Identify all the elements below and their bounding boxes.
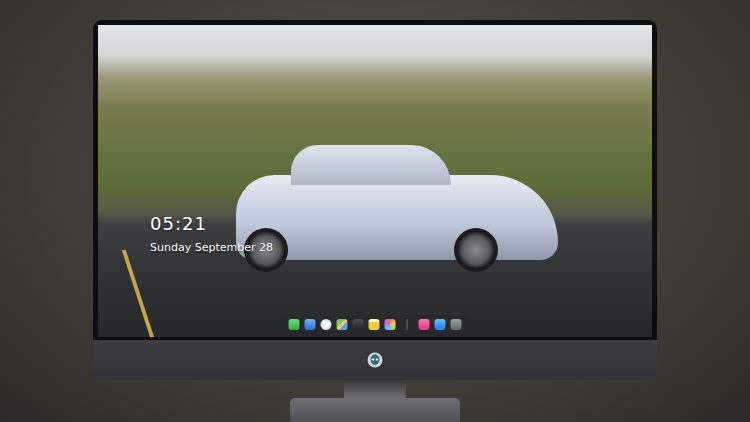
monitor-stand-foot	[290, 398, 460, 422]
monitor-chin	[93, 340, 657, 380]
messages-icon[interactable]	[289, 319, 300, 330]
browser-icon[interactable]	[321, 319, 332, 330]
alien-logo-icon	[367, 352, 383, 368]
wallpaper-road-line	[122, 250, 158, 337]
wallpaper-car-photo	[236, 175, 558, 260]
lock-clock: 05:21 Sunday September 28	[150, 213, 273, 255]
monitor-stand-neck	[344, 380, 406, 398]
clock-date: Sunday September 28	[150, 241, 273, 255]
music-icon[interactable]	[419, 319, 430, 330]
monitor: 05:21 Sunday September 28	[93, 0, 657, 422]
app-store-icon[interactable]	[435, 319, 446, 330]
maps-icon[interactable]	[337, 319, 348, 330]
photos-icon[interactable]	[385, 319, 396, 330]
monitor-bezel: 05:21 Sunday September 28	[93, 20, 657, 340]
desktop-backdrop: 05:21 Sunday September 28	[0, 0, 750, 422]
video-icon[interactable]	[353, 319, 364, 330]
dock	[281, 316, 470, 333]
finder-icon[interactable]	[305, 319, 316, 330]
dock-separator	[407, 319, 408, 330]
camera-icon[interactable]	[451, 319, 462, 330]
clock-time: 05:21	[150, 213, 273, 235]
notes-icon[interactable]	[369, 319, 380, 330]
lock-screen: 05:21 Sunday September 28	[98, 25, 652, 337]
